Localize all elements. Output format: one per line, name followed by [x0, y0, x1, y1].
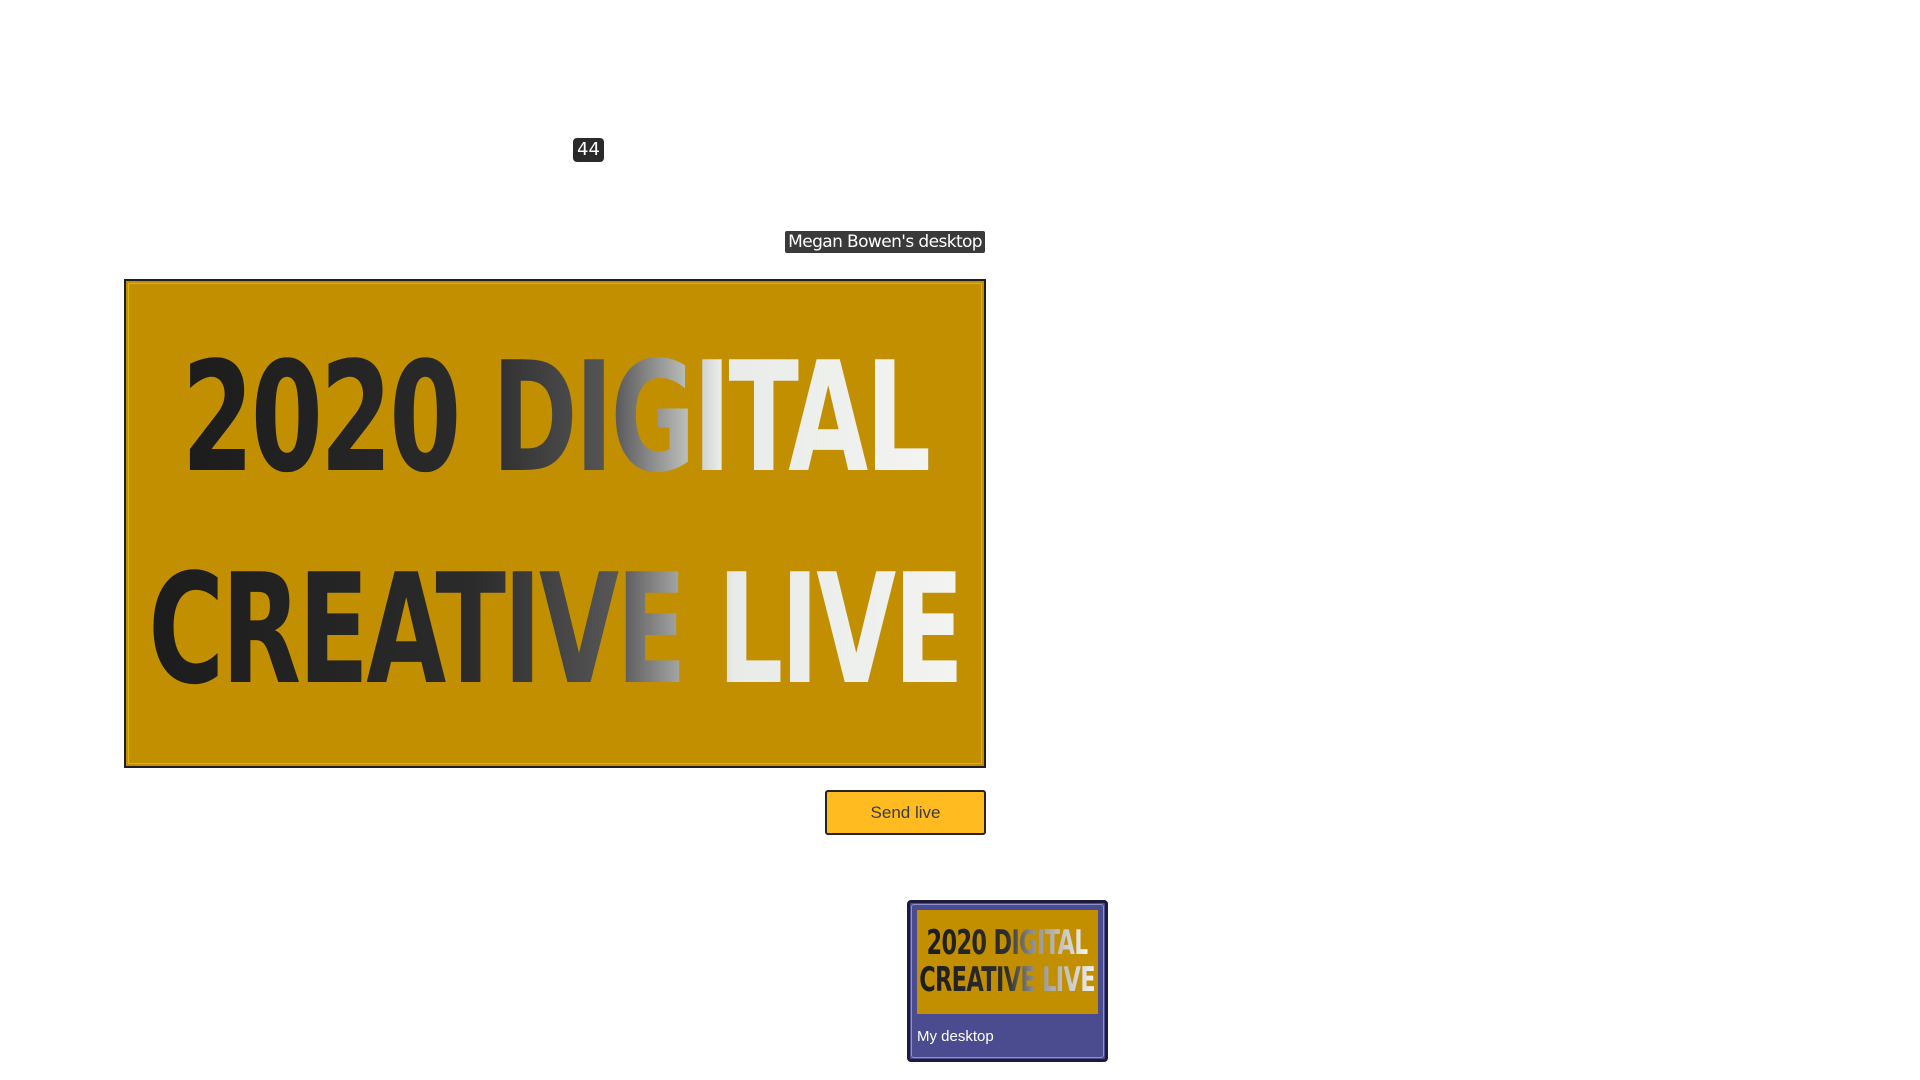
preview-title-line-2: CREATIVE LIVE — [148, 540, 964, 718]
preview-title-line-1: 2020 DIGITAL — [181, 328, 932, 506]
thumbnail-title-line-1: 2020 DIGITAL — [926, 922, 1089, 963]
producer-view: 44 Megan Bowen's desktop 2020 DIGITAL CR… — [0, 0, 1920, 1080]
source-tile-label: My desktop — [917, 1028, 994, 1045]
thumbnail-title-line-2: CREATIVE LIVE — [919, 960, 1096, 1000]
preview-frame: 2020 DIGITAL CREATIVE LIVE — [124, 279, 986, 768]
counter-badge: 44 — [573, 138, 604, 162]
source-thumbnail: 2020 DIGITAL CREATIVE LIVE — [917, 910, 1098, 1014]
source-tile-my-desktop[interactable]: 2020 DIGITAL CREATIVE LIVE My desktop — [907, 900, 1108, 1062]
send-live-button[interactable]: Send live — [825, 790, 986, 835]
preview-source-label: Megan Bowen's desktop — [785, 231, 985, 253]
